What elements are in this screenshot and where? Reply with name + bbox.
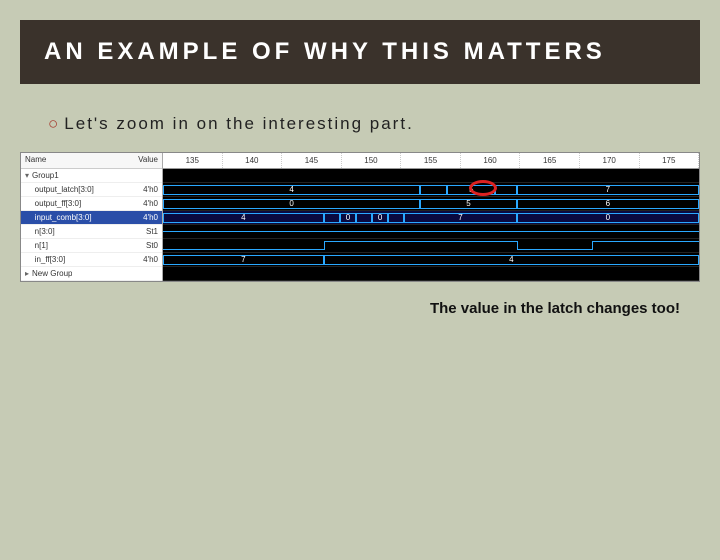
flat-line bbox=[163, 231, 699, 232]
wave-row bbox=[163, 225, 699, 239]
bullet-marker-icon: ○ bbox=[48, 114, 60, 133]
waveform-panel: Name Value ▾Group1 output_latch[3:0] 4'h0… bbox=[20, 152, 700, 282]
ruler-tick: 160 bbox=[461, 153, 521, 168]
signal-edge bbox=[324, 241, 325, 250]
bus-segment bbox=[495, 185, 516, 195]
bus-segment: 0 bbox=[340, 213, 356, 223]
header-value: Value bbox=[138, 155, 158, 166]
bus-segment: 4 bbox=[163, 185, 420, 195]
signal-row[interactable]: in_ff[3:0] 4'h0 bbox=[21, 253, 162, 267]
bus-segment: 7 bbox=[163, 255, 324, 265]
ruler-tick: 175 bbox=[640, 153, 700, 168]
bus-segment: 5 bbox=[420, 199, 516, 209]
signal-value: 4'h0 bbox=[143, 185, 158, 194]
wave-row: 056 bbox=[163, 197, 699, 211]
ruler-tick: 135 bbox=[163, 153, 223, 168]
signal-row[interactable]: output_ff[3:0] 4'h0 bbox=[21, 197, 162, 211]
signal-name: in_ff[3:0] bbox=[25, 255, 65, 264]
bit-segment bbox=[517, 249, 592, 250]
signal-value: 4'h0 bbox=[143, 199, 158, 208]
signal-value: St0 bbox=[146, 241, 158, 250]
expand-icon[interactable]: ▾ bbox=[25, 171, 29, 180]
wave-row: 40070 bbox=[163, 211, 699, 225]
signal-row[interactable]: ▾Group1 bbox=[21, 169, 162, 183]
signal-name: output_ff[3:0] bbox=[25, 199, 81, 208]
time-ruler: 135140145150155160165170175 bbox=[163, 153, 699, 169]
signal-row[interactable]: output_latch[3:0] 4'h0 bbox=[21, 183, 162, 197]
bus-segment: 4 bbox=[324, 255, 699, 265]
wave-row: 457 bbox=[163, 183, 699, 197]
bus-segment: 7 bbox=[517, 185, 699, 195]
ruler-tick: 145 bbox=[282, 153, 342, 168]
signal-row[interactable]: n[3:0] St1 bbox=[21, 225, 162, 239]
signal-edge bbox=[517, 241, 518, 250]
signal-name: ▸New Group bbox=[25, 269, 72, 278]
signal-name: n[1] bbox=[25, 241, 48, 250]
signal-name: n[3:0] bbox=[25, 227, 55, 236]
bus-segment: 0 bbox=[163, 199, 420, 209]
ruler-tick: 170 bbox=[580, 153, 640, 168]
bullet-line: ○Let's zoom in on the interesting part. bbox=[48, 114, 672, 134]
wave-row bbox=[163, 239, 699, 253]
signal-name: output_latch[3:0] bbox=[25, 185, 94, 194]
bit-segment bbox=[592, 241, 699, 242]
bit-segment bbox=[324, 241, 517, 242]
bus-segment bbox=[356, 213, 372, 223]
ruler-tick: 165 bbox=[520, 153, 580, 168]
highlight-circle-icon bbox=[469, 180, 497, 196]
signal-list-header: Name Value bbox=[21, 153, 162, 169]
bus-segment: 4 bbox=[163, 213, 324, 223]
signal-value: St1 bbox=[146, 227, 158, 236]
bus-segment bbox=[388, 213, 404, 223]
slide-title: AN EXAMPLE OF WHY THIS MATTERS bbox=[20, 20, 700, 84]
signal-value: 4'h0 bbox=[143, 213, 158, 222]
signal-name: input_comb[3:0] bbox=[25, 213, 92, 222]
bit-segment bbox=[163, 249, 324, 250]
bus-segment bbox=[420, 185, 447, 195]
header-name: Name bbox=[25, 155, 46, 166]
signal-edge bbox=[592, 241, 593, 250]
wave-row bbox=[163, 169, 699, 183]
ruler-tick: 155 bbox=[401, 153, 461, 168]
bus-segment: 0 bbox=[517, 213, 699, 223]
bus-segment: 6 bbox=[517, 199, 699, 209]
bullet-text: Let's zoom in on the interesting part. bbox=[64, 114, 414, 133]
wave-row: 74 bbox=[163, 253, 699, 267]
signal-name: ▾Group1 bbox=[25, 171, 59, 180]
signal-value: 4'h0 bbox=[143, 255, 158, 264]
caption-text: The value in the latch changes too! bbox=[0, 300, 680, 317]
bus-segment bbox=[324, 213, 340, 223]
bus-segment: 7 bbox=[404, 213, 517, 223]
ruler-tick: 150 bbox=[342, 153, 402, 168]
ruler-tick: 140 bbox=[223, 153, 283, 168]
signal-row[interactable]: ▸New Group bbox=[21, 267, 162, 281]
signal-row[interactable]: input_comb[3:0] 4'h0 bbox=[21, 211, 162, 225]
bus-segment: 0 bbox=[372, 213, 388, 223]
signal-row[interactable]: n[1] St0 bbox=[21, 239, 162, 253]
waveform-area: 135140145150155160165170175 457056400707… bbox=[163, 153, 699, 281]
signal-list: Name Value ▾Group1 output_latch[3:0] 4'h0… bbox=[21, 153, 163, 281]
expand-icon[interactable]: ▸ bbox=[25, 269, 29, 278]
wave-row bbox=[163, 267, 699, 281]
